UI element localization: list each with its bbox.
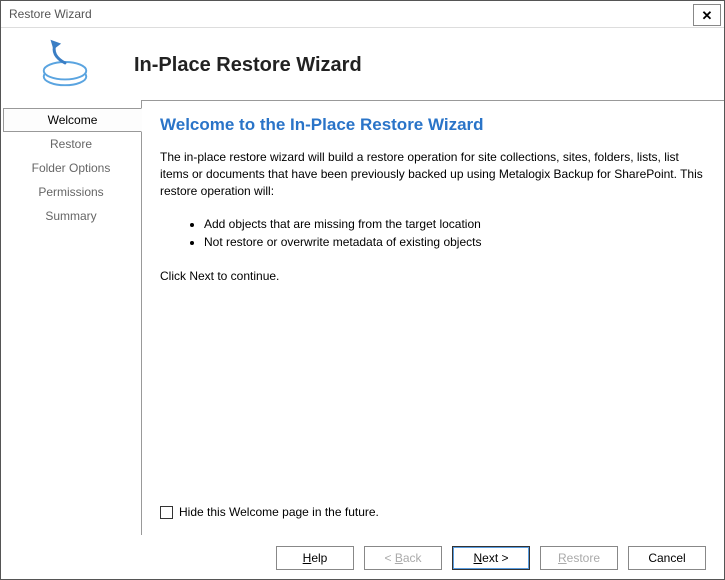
content-continue: Click Next to continue. xyxy=(160,269,704,283)
sidebar-item-label: Restore xyxy=(50,137,92,151)
content-panel: Welcome to the In-Place Restore Wizard T… xyxy=(141,100,724,535)
restore-icon xyxy=(36,35,94,93)
back-button: < Back xyxy=(364,546,442,570)
wizard-window: Restore Wizard ✕ In-Place Restore Wizard… xyxy=(0,0,725,580)
close-icon: ✕ xyxy=(702,9,713,22)
titlebar: Restore Wizard ✕ xyxy=(1,1,724,28)
sidebar-item-label: Welcome xyxy=(48,113,98,127)
sidebar-item-label: Permissions xyxy=(38,185,103,199)
cancel-button[interactable]: Cancel xyxy=(628,546,706,570)
sidebar-item-folder-options[interactable]: Folder Options xyxy=(3,156,139,180)
header: In-Place Restore Wizard xyxy=(1,28,724,100)
next-button[interactable]: Next > xyxy=(452,546,530,570)
sidebar: Welcome Restore Folder Options Permissio… xyxy=(1,100,141,535)
bullet-item: Add objects that are missing from the ta… xyxy=(204,215,704,233)
hide-welcome-checkbox[interactable] xyxy=(160,506,173,519)
sidebar-item-label: Folder Options xyxy=(32,161,111,175)
sidebar-item-label: Summary xyxy=(45,209,96,223)
window-title: Restore Wizard xyxy=(9,7,92,21)
bullet-item: Not restore or overwrite metadata of exi… xyxy=(204,233,704,251)
sidebar-item-welcome[interactable]: Welcome xyxy=(3,108,142,132)
content-intro: The in-place restore wizard will build a… xyxy=(160,149,704,199)
footer: Help < Back Next > Restore Cancel xyxy=(1,535,724,579)
close-button[interactable]: ✕ xyxy=(693,4,721,26)
spacer xyxy=(160,283,704,505)
sidebar-item-summary[interactable]: Summary xyxy=(3,204,139,228)
sidebar-item-permissions[interactable]: Permissions xyxy=(3,180,139,204)
hide-welcome-label: Hide this Welcome page in the future. xyxy=(179,505,379,519)
content-bullets: Add objects that are missing from the ta… xyxy=(204,215,704,251)
restore-button: Restore xyxy=(540,546,618,570)
hide-welcome-row[interactable]: Hide this Welcome page in the future. xyxy=(160,505,704,519)
sidebar-item-restore[interactable]: Restore xyxy=(3,132,139,156)
help-button[interactable]: Help xyxy=(276,546,354,570)
header-title: In-Place Restore Wizard xyxy=(134,54,362,77)
body: Welcome Restore Folder Options Permissio… xyxy=(1,100,724,535)
content-heading: Welcome to the In-Place Restore Wizard xyxy=(160,115,704,135)
